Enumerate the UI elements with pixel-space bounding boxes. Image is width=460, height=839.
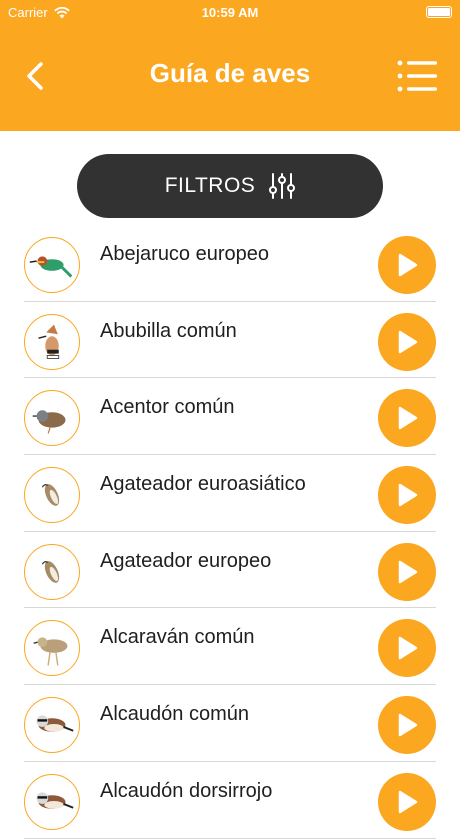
filters-button[interactable]: FILTROS	[77, 154, 383, 218]
bird-list: Abejaruco europeo Abubilla común Acentor c…	[0, 225, 460, 839]
play-button[interactable]	[378, 696, 436, 755]
filters-label: FILTROS	[164, 174, 256, 197]
chevron-left-icon	[27, 62, 43, 90]
bird-illustration	[41, 484, 60, 506]
play-button[interactable]	[378, 772, 436, 831]
bird-thumbnail	[24, 237, 80, 293]
bird-illustration	[33, 637, 68, 666]
sliders-icon	[269, 173, 296, 199]
bird-name: Agateador europeo	[100, 549, 272, 572]
page-title: Guía de aves	[149, 58, 311, 88]
play-button[interactable]	[378, 466, 436, 525]
bird-illustration	[36, 792, 74, 809]
bird-row[interactable]: Abejaruco europeo	[0, 225, 460, 302]
play-button[interactable]	[378, 312, 436, 371]
bird-row[interactable]: Alcaraván común	[0, 608, 460, 685]
bird-name: Alcaudón común	[100, 703, 249, 726]
play-icon	[398, 713, 418, 737]
bird-row[interactable]: Acentor común	[0, 378, 460, 455]
bird-thumbnail	[24, 543, 80, 600]
play-icon	[398, 330, 418, 353]
status-bar: Carrier 10:59 AM	[0, 0, 460, 26]
bird-name: Acentor común	[100, 396, 235, 419]
play-icon	[398, 253, 418, 277]
play-icon	[398, 407, 418, 430]
bird-name: Alcaraván común	[100, 626, 255, 649]
play-icon	[398, 637, 418, 660]
bird-illustration	[38, 324, 60, 359]
play-button[interactable]	[378, 236, 436, 294]
bird-row[interactable]: Alcaudón dorsirrojo	[0, 762, 460, 839]
bird-row[interactable]: Agateador europeo	[0, 532, 460, 609]
battery-icon	[426, 6, 452, 18]
bird-row[interactable]: Abubilla común	[0, 302, 460, 379]
list-icon	[397, 60, 437, 92]
play-icon	[398, 790, 418, 814]
bird-row[interactable]: Agateador euroasiático	[0, 455, 460, 532]
bird-thumbnail	[24, 773, 80, 830]
bird-name: Abubilla común	[100, 319, 237, 342]
status-time: 10:59 AM	[201, 5, 259, 20]
bird-illustration	[29, 256, 73, 278]
bird-illustration	[36, 715, 74, 732]
bird-thumbnail	[24, 620, 80, 677]
play-button[interactable]	[378, 619, 436, 678]
play-button[interactable]	[378, 542, 436, 601]
play-button[interactable]	[378, 389, 436, 448]
play-icon	[398, 483, 418, 507]
menu-button[interactable]	[396, 58, 438, 94]
bird-illustration	[41, 560, 60, 583]
bird-thumbnail	[24, 313, 80, 370]
play-icon	[398, 560, 418, 583]
bird-illustration	[32, 410, 66, 434]
bird-thumbnail	[24, 390, 80, 447]
bird-thumbnail	[24, 697, 80, 754]
app-header: Carrier 10:59 AM Guía de aves	[0, 0, 460, 131]
bird-row[interactable]: Alcaudón común	[0, 685, 460, 762]
bird-thumbnail	[24, 467, 80, 524]
bird-name: Agateador euroasiático	[100, 473, 306, 496]
back-button[interactable]	[18, 56, 52, 96]
bird-name: Abejaruco europeo	[100, 243, 270, 265]
bird-name: Alcaudón dorsirrojo	[100, 779, 273, 802]
